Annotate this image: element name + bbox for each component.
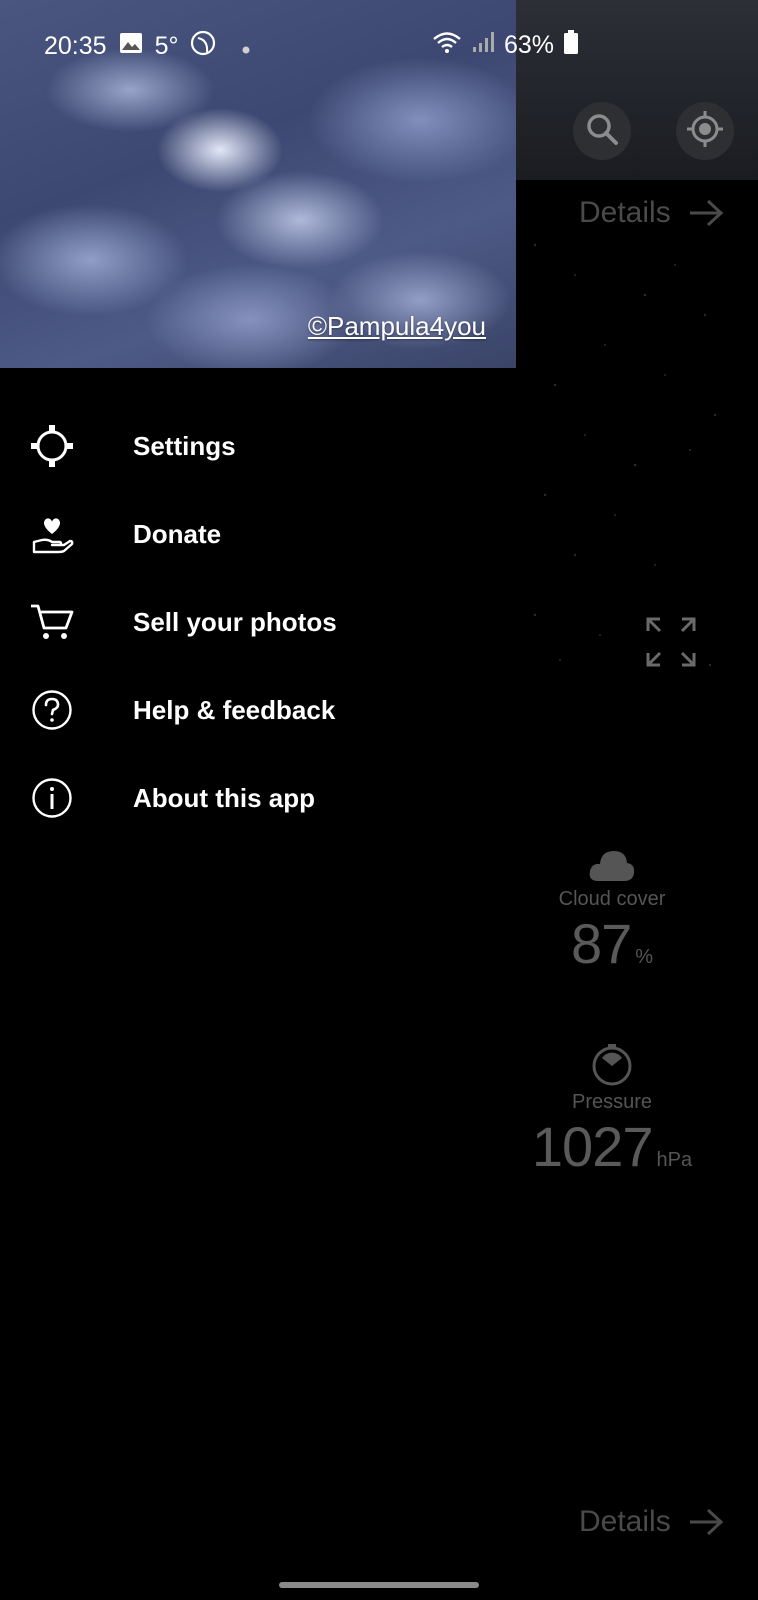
status-bar: 20:35 5° 63% (0, 0, 758, 78)
arrow-right-icon (689, 1508, 723, 1536)
donate-hand-heart-icon (0, 490, 104, 578)
menu-item-label: About this app (133, 782, 315, 813)
menu-item-label: Donate (133, 518, 222, 549)
details-label: Details (579, 196, 671, 229)
pressure-label: Pressure (571, 1091, 653, 1113)
status-bar-right: 63% (432, 30, 579, 61)
search-icon (585, 112, 619, 151)
menu-item-donate[interactable]: Donate (0, 490, 516, 578)
details-link-top[interactable]: Details (579, 196, 723, 230)
cloud-cover-metric: Cloud cover 87% (502, 845, 722, 976)
gallery-icon (119, 32, 143, 61)
menu-item-label: Settings (133, 430, 236, 461)
cloud-icon (588, 851, 636, 887)
menu-item-help[interactable]: Help & feedback (0, 666, 516, 754)
radar-dots (515, 235, 735, 685)
cloud-cover-label: Cloud cover (558, 888, 666, 910)
help-icon (0, 666, 104, 754)
menu-item-label: Sell your photos (133, 606, 337, 637)
battery-icon (564, 30, 579, 61)
search-button[interactable] (573, 102, 631, 160)
status-battery: 63% (504, 31, 555, 59)
signal-icon (472, 31, 494, 60)
cart-icon (0, 578, 104, 666)
gesture-navigation-bar[interactable] (279, 1582, 479, 1588)
dot-icon (242, 32, 250, 61)
menu-item-sell-photos[interactable]: Sell your photos (0, 578, 516, 666)
cloud-cover-value: 87 (570, 912, 632, 975)
menu-item-settings[interactable]: Settings (0, 402, 516, 490)
pressure-value: 1027 (531, 1115, 654, 1178)
details-label: Details (579, 1505, 671, 1538)
arrow-right-icon (689, 199, 723, 227)
cloud-cover-unit: % (635, 946, 654, 968)
gear-icon (0, 402, 104, 490)
status-temperature: 5° (154, 32, 179, 60)
menu-item-label: Help & feedback (133, 694, 336, 725)
details-link-bottom[interactable]: Details (579, 1505, 723, 1539)
expand-icon[interactable] (646, 617, 696, 672)
status-time: 20:35 (44, 32, 107, 60)
location-button[interactable] (676, 102, 734, 160)
menu-item-about[interactable]: About this app (0, 754, 516, 842)
wifi-icon (432, 30, 462, 61)
pressure-unit: hPa (656, 1149, 693, 1171)
target-icon (686, 110, 724, 153)
gauge-icon (590, 1044, 634, 1090)
navigation-drawer: ©Pampula4you Settings Donate Sell your p… (0, 0, 516, 1600)
pressure-metric: Pressure 1027 hPa (502, 1042, 722, 1179)
moon-icon (190, 30, 216, 63)
info-icon (0, 754, 104, 842)
status-bar-left: 20:35 5° (44, 30, 250, 63)
drawer-menu: Settings Donate Sell your photos Help & … (0, 402, 516, 842)
photo-credit-link[interactable]: ©Pampula4you (308, 311, 486, 342)
